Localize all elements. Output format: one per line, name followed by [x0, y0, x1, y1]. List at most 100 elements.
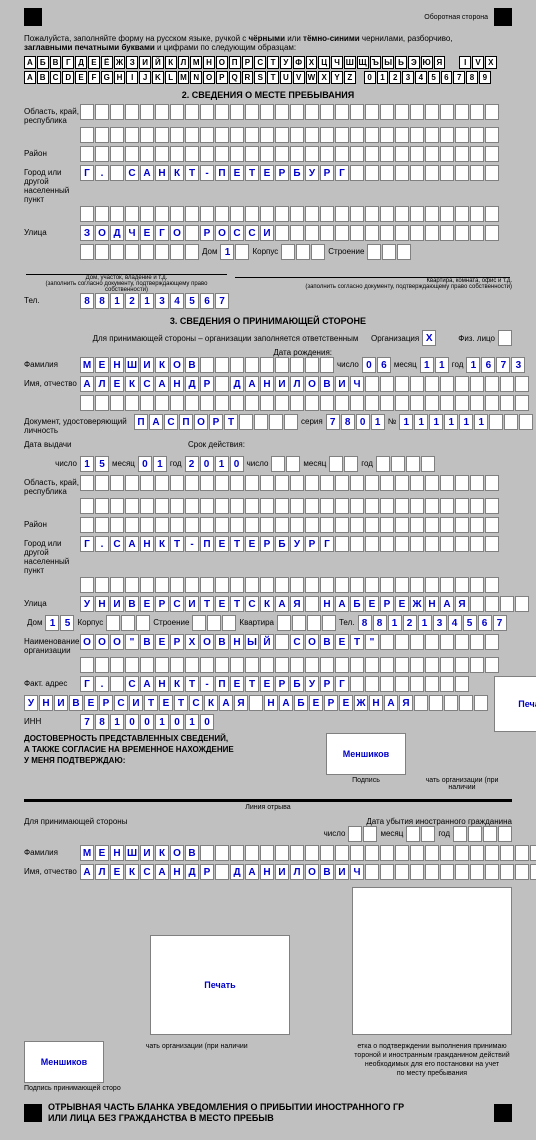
char-cell[interactable] — [260, 845, 274, 861]
char-cell[interactable]: А — [275, 596, 289, 612]
char-cell[interactable]: С — [245, 596, 259, 612]
char-cell[interactable]: 1 — [215, 456, 229, 472]
char-cell[interactable]: И — [140, 357, 154, 373]
char-cell[interactable] — [290, 517, 304, 533]
char-cell[interactable] — [470, 376, 484, 392]
char-cell[interactable] — [455, 657, 469, 673]
char-cell[interactable] — [335, 127, 349, 143]
char-cell[interactable] — [440, 498, 454, 514]
bot-surname[interactable]: МЕНШИКОВ — [80, 845, 536, 861]
char-cell[interactable] — [350, 127, 364, 143]
char-cell[interactable] — [170, 498, 184, 514]
char-cell[interactable]: В — [140, 634, 154, 650]
char-cell[interactable] — [455, 206, 469, 222]
char-cell[interactable]: Е — [230, 676, 244, 692]
char-cell[interactable]: Л — [95, 864, 109, 880]
char-cell[interactable] — [440, 475, 454, 491]
char-cell[interactable] — [410, 634, 424, 650]
char-cell[interactable] — [455, 395, 469, 411]
char-cell[interactable] — [350, 517, 364, 533]
char-cell[interactable]: 7 — [493, 615, 507, 631]
char-cell[interactable] — [95, 498, 109, 514]
char-cell[interactable]: Н — [110, 845, 124, 861]
s3-doc-type[interactable]: ПАСПОРТ — [134, 414, 298, 430]
char-cell[interactable]: П — [134, 414, 148, 430]
char-cell[interactable]: О — [110, 634, 124, 650]
char-cell[interactable] — [230, 357, 244, 373]
char-cell[interactable] — [215, 577, 229, 593]
char-cell[interactable] — [395, 845, 409, 861]
char-cell[interactable] — [470, 395, 484, 411]
char-cell[interactable]: Г — [80, 676, 94, 692]
char-cell[interactable] — [335, 498, 349, 514]
char-cell[interactable] — [365, 676, 379, 692]
char-cell[interactable] — [425, 577, 439, 593]
s2-city2[interactable] — [80, 206, 499, 222]
char-cell[interactable]: Р — [170, 634, 184, 650]
char-cell[interactable] — [200, 357, 214, 373]
char-cell[interactable] — [365, 845, 379, 861]
char-cell[interactable] — [305, 517, 319, 533]
char-cell[interactable] — [305, 127, 319, 143]
char-cell[interactable] — [410, 536, 424, 552]
char-cell[interactable] — [80, 577, 94, 593]
char-cell[interactable]: Н — [264, 695, 278, 711]
char-cell[interactable] — [335, 517, 349, 533]
char-cell[interactable]: В — [320, 376, 334, 392]
char-cell[interactable]: 8 — [95, 714, 109, 730]
char-cell[interactable]: Й — [260, 634, 274, 650]
char-cell[interactable] — [185, 146, 199, 162]
char-cell[interactable]: 1 — [399, 414, 413, 430]
char-cell[interactable]: " — [365, 634, 379, 650]
char-cell[interactable] — [305, 475, 319, 491]
char-cell[interactable] — [410, 206, 424, 222]
s3-house[interactable]: 15 — [45, 615, 74, 631]
char-cell[interactable] — [305, 845, 319, 861]
char-cell[interactable] — [455, 864, 469, 880]
char-cell[interactable] — [140, 577, 154, 593]
char-cell[interactable] — [125, 517, 139, 533]
char-cell[interactable] — [455, 845, 469, 861]
char-cell[interactable]: Б — [275, 536, 289, 552]
s2-corpus[interactable] — [281, 244, 325, 260]
char-cell[interactable] — [365, 577, 379, 593]
char-cell[interactable] — [245, 845, 259, 861]
char-cell[interactable] — [284, 414, 298, 430]
char-cell[interactable] — [170, 244, 184, 260]
char-cell[interactable] — [470, 577, 484, 593]
char-cell[interactable]: П — [215, 676, 229, 692]
char-cell[interactable] — [322, 615, 336, 631]
char-cell[interactable] — [410, 146, 424, 162]
char-cell[interactable]: Р — [260, 536, 274, 552]
char-cell[interactable] — [498, 826, 512, 842]
char-cell[interactable] — [382, 244, 396, 260]
char-cell[interactable]: 0 — [356, 414, 370, 430]
char-cell[interactable] — [365, 376, 379, 392]
char-cell[interactable]: " — [125, 634, 139, 650]
char-cell[interactable]: Р — [275, 165, 289, 181]
char-cell[interactable] — [410, 127, 424, 143]
s2-city[interactable]: Г.САНКТ-ПЕТЕРБУРГ — [80, 165, 499, 181]
char-cell[interactable] — [215, 127, 229, 143]
s3-street[interactable]: УНИВЕРСИТЕТСКАЯНАБЕРЕЖНАЯ — [80, 596, 529, 612]
char-cell[interactable]: С — [110, 536, 124, 552]
char-cell[interactable] — [290, 104, 304, 120]
s3-valid-month[interactable] — [329, 456, 358, 472]
s3-birth-month[interactable]: 11 — [420, 357, 449, 373]
char-cell[interactable] — [440, 395, 454, 411]
char-cell[interactable]: 0 — [362, 357, 376, 373]
char-cell[interactable] — [470, 225, 484, 241]
char-cell[interactable] — [249, 695, 263, 711]
char-cell[interactable]: 8 — [95, 293, 109, 309]
char-cell[interactable]: Е — [339, 695, 353, 711]
char-cell[interactable] — [425, 517, 439, 533]
char-cell[interactable] — [500, 596, 514, 612]
char-cell[interactable] — [350, 845, 364, 861]
char-cell[interactable] — [425, 376, 439, 392]
char-cell[interactable]: У — [24, 695, 38, 711]
char-cell[interactable] — [260, 206, 274, 222]
char-cell[interactable] — [485, 104, 499, 120]
char-cell[interactable] — [320, 127, 334, 143]
char-cell[interactable] — [470, 634, 484, 650]
char-cell[interactable]: С — [230, 225, 244, 241]
